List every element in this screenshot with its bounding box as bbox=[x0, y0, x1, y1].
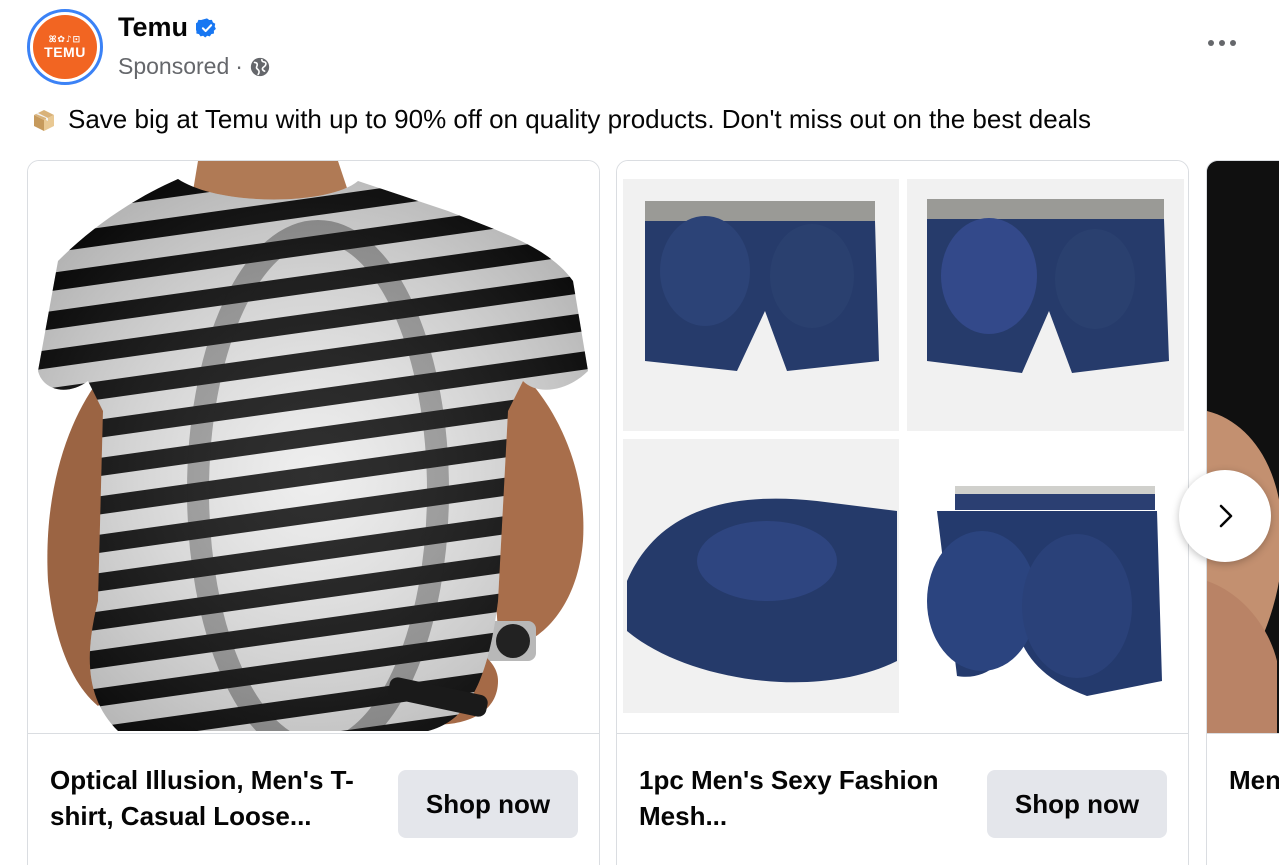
package-icon bbox=[34, 109, 54, 131]
carousel-card[interactable]: 1pc Men's Sexy Fashion Mesh... Shop now bbox=[616, 160, 1189, 865]
product-image-shirt[interactable] bbox=[1207, 161, 1279, 733]
dot bbox=[1219, 40, 1225, 46]
product-image-boxers[interactable] bbox=[617, 161, 1188, 733]
page-name-row: Temu bbox=[118, 12, 218, 43]
product-title[interactable]: Optical Illusion, Men's T-shirt, Casual … bbox=[50, 762, 380, 834]
card-footer: Men's Hou... bbox=[1207, 733, 1279, 865]
product-title[interactable]: Men's Hou... bbox=[1229, 762, 1279, 798]
card-footer: Optical Illusion, Men's T-shirt, Casual … bbox=[28, 733, 599, 865]
caption-text: Save big at Temu with up to 90% off on q… bbox=[68, 104, 1091, 134]
dot bbox=[1208, 40, 1214, 46]
product-image-tshirt[interactable] bbox=[28, 161, 599, 733]
dot bbox=[1230, 40, 1236, 46]
card-footer: 1pc Men's Sexy Fashion Mesh... Shop now bbox=[617, 733, 1188, 865]
chevron-right-icon bbox=[1219, 504, 1233, 528]
globe-icon[interactable] bbox=[249, 56, 271, 78]
temu-logo: ꕤ✿♪⊡ TEMU bbox=[33, 15, 97, 79]
product-title[interactable]: 1pc Men's Sexy Fashion Mesh... bbox=[639, 762, 969, 834]
meta-separator: · bbox=[235, 53, 243, 79]
boxer-briefs-illustration bbox=[617, 161, 1188, 733]
sponsored-label[interactable]: Sponsored bbox=[118, 53, 229, 80]
black-shirt-illustration bbox=[1207, 161, 1279, 733]
logo-glyphs: ꕤ✿♪⊡ bbox=[48, 34, 82, 45]
shop-now-button[interactable]: Shop now bbox=[987, 770, 1167, 838]
post-meta: Sponsored · bbox=[118, 53, 271, 80]
page-avatar[interactable]: ꕤ✿♪⊡ TEMU bbox=[27, 9, 103, 85]
more-options-icon[interactable] bbox=[1198, 28, 1246, 58]
carousel-next-button[interactable] bbox=[1179, 470, 1271, 562]
carousel-card[interactable]: Optical Illusion, Men's T-shirt, Casual … bbox=[27, 160, 600, 865]
shop-now-button[interactable]: Shop now bbox=[398, 770, 578, 838]
verified-badge-icon bbox=[196, 17, 216, 37]
post-header: ꕤ✿♪⊡ TEMU Temu Sponsored · bbox=[0, 0, 1279, 100]
tshirt-illustration bbox=[28, 161, 599, 733]
post-caption: Save big at Temu with up to 90% off on q… bbox=[30, 104, 1091, 135]
logo-text: TEMU bbox=[44, 43, 86, 60]
page-name[interactable]: Temu bbox=[118, 12, 188, 43]
